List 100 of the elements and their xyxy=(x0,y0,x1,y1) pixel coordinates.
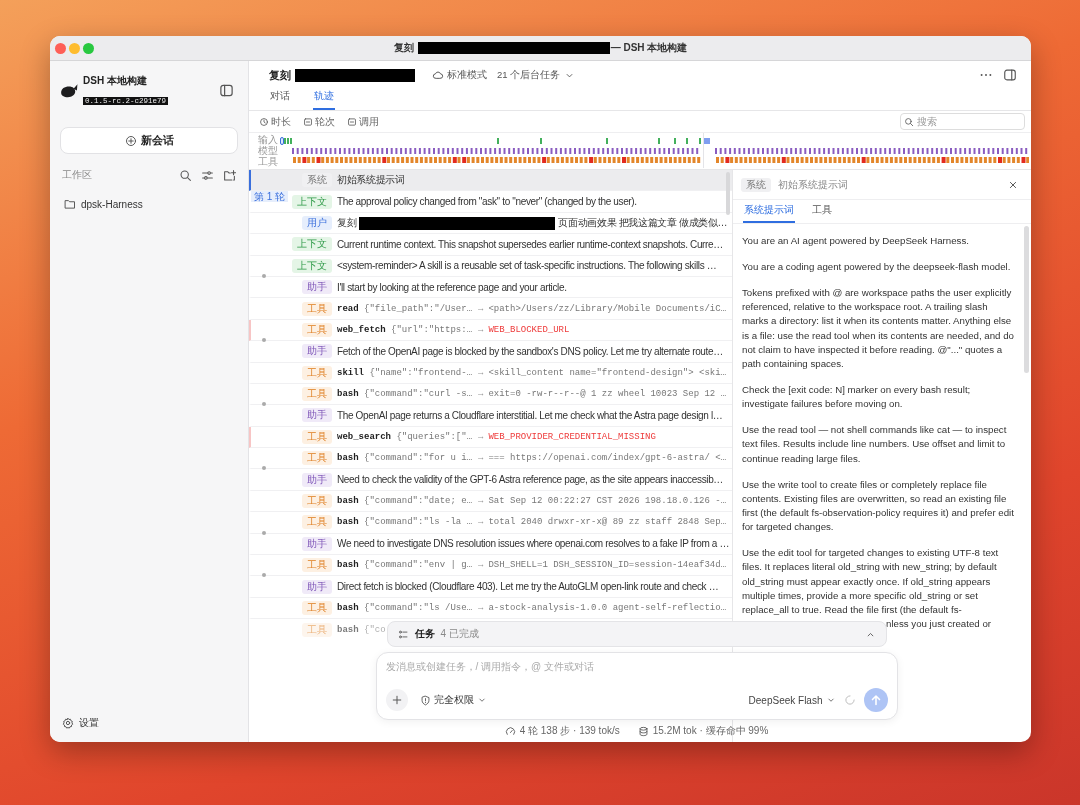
trace-row[interactable]: 工具 bash {"command":"date; e… → Sat Sep 12 00:22:27 CST 2026 198.18.0.126 -… xyxy=(249,490,732,513)
background-tasks-button[interactable]: 21 个后台任务 xyxy=(497,68,576,82)
trace-row[interactable]: 助手 We need to investigate DNS resolution issues where openai.com resolves to a fake IP from a … xyxy=(249,533,732,556)
tool-call: web_fetch {"url":"https:… xyxy=(337,324,474,335)
tool-result: exit=0 -rw-r--r--@ 1 zz wheel 10023 Sep 12 … xyxy=(488,389,727,400)
role-tag: 上下文 xyxy=(292,237,332,252)
role-tag: 工具 xyxy=(302,494,332,509)
trace-row[interactable]: 工具 web_search {"queries":["… → WEB_PROVIDER_CREDENTIAL_MISSING xyxy=(249,426,732,449)
role-tag: 助手 xyxy=(302,579,332,594)
filter-toggle[interactable]: 轮次 xyxy=(303,114,335,129)
trace-row[interactable]: 第 1 轮 上下文 The approval policy changed from "ask" to "never" (changed by the user). xyxy=(249,191,732,213)
database-icon xyxy=(637,725,649,737)
search-field[interactable]: 搜索 xyxy=(900,113,1025,130)
search-icon[interactable] xyxy=(179,168,192,182)
tab[interactable]: 系统提示词 xyxy=(743,203,795,223)
arrow-glyph: → xyxy=(478,303,484,314)
tool-call: skill {"name":"frontend-… xyxy=(337,367,474,378)
trace-row[interactable]: 工具 bash {"command":"for u i… → === https://openai.com/index/gpt-6-astra/ <… xyxy=(249,448,732,470)
message-text: <system-reminder> A skill is a reusable set of task-specific instructions. The following skills … xyxy=(337,260,717,272)
trace-row[interactable]: 用户 复刻 页面动画效果 把我这篇文章 做成类似… xyxy=(249,212,732,235)
settings-button[interactable]: 设置 xyxy=(60,716,238,730)
settings-icon xyxy=(62,717,74,729)
scrollbar-thumb[interactable] xyxy=(726,172,730,215)
message-text: Direct fetch is blocked (Cloudflare 403). Let me try the AutoGLM open-link route and check … xyxy=(337,581,719,593)
message-text: Need to check the validity of the GPT-6 Astra reference page, as the site appears inaccessib… xyxy=(337,474,723,486)
lane-label: 工具 xyxy=(258,156,279,167)
message-text: 复刻 页面动画效果 把我这篇文章 做成类似… xyxy=(337,215,728,230)
session-title: 复刻 xyxy=(269,67,415,83)
panel-toggle-icon[interactable] xyxy=(1003,68,1017,82)
error-result: WEB_BLOCKED_URL xyxy=(488,324,570,335)
tool-call: bash {"command":"env | g… xyxy=(337,560,474,571)
filter-toggle[interactable]: 时长 xyxy=(259,114,291,129)
tool-result: <path>/Users/zz/Library/Mobile Documents/iC… xyxy=(488,303,727,314)
shield-icon xyxy=(419,694,431,706)
task-count: 4 已完成 xyxy=(440,627,479,641)
message-text: I'll start by looking at the reference page and your article. xyxy=(337,281,567,293)
task-bar[interactable]: 任务 4 已完成 xyxy=(386,621,887,647)
role-tag: 工具 xyxy=(302,601,332,615)
lane-label: 模型 xyxy=(258,145,279,156)
trace-row[interactable]: 助手 The OpenAI page returns a Cloudflare interstitial. Let me check what the Astra page design l… xyxy=(249,405,732,427)
role-tag: 助手 xyxy=(302,536,332,551)
role-tag: 工具 xyxy=(302,451,332,466)
trace-row[interactable]: 工具 bash {"command":"ls -la … → total 2040 drwxr-xr-x@ 89 zz staff 2848 Sep… xyxy=(249,512,732,534)
message-text: The approval policy changed from "ask" to "never" (changed by the user). xyxy=(337,196,637,208)
filter-toggle[interactable]: 调用 xyxy=(347,114,379,129)
scrollbar-thumb[interactable] xyxy=(1024,226,1029,373)
trace-row[interactable]: 助手 I'll start by looking at the reference page and your article. xyxy=(249,276,732,299)
workspace-item[interactable]: dpsk-Harness xyxy=(60,195,238,213)
search-icon xyxy=(904,116,914,127)
tool-result: total 2040 drwxr-xr-x@ 89 zz staff 2848 Sep… xyxy=(488,517,727,528)
tool-call: bash {"command":"ls -la … xyxy=(337,517,474,528)
trace-row[interactable]: 助手 Need to check the validity of the GPT-6 Astra reference page, as the site appears inaccessib… xyxy=(249,469,732,491)
trace-row[interactable]: 工具 read {"file_path":"/User… → <path>/Users/zz/Library/Mobile Documents/iC… xyxy=(249,298,732,320)
mode-label: 标准模式 xyxy=(447,68,487,82)
tab[interactable]: 工具 xyxy=(811,203,833,223)
paragraph: Use the read tool — not shell commands like cat — to inspect text files. Results include line numbers. Use offset and limit to continue reading large files. xyxy=(742,423,1008,466)
arrow-glyph: → xyxy=(478,367,484,378)
trace-row[interactable]: 工具 bash {"command":"env | g… → DSH_SHELL=1 DSH_SESSION_ID=session-14eaf34d… xyxy=(249,555,732,577)
arrow-glyph: → xyxy=(478,496,484,507)
app-name: DSH 本地构建 xyxy=(83,74,148,88)
tool-call: bash {"co xyxy=(337,624,386,635)
role-tag: 工具 xyxy=(302,322,332,337)
tab[interactable]: 轨迹 xyxy=(313,89,335,110)
trace-row[interactable]: 工具 bash {"co xyxy=(249,619,385,641)
attach-button[interactable] xyxy=(385,689,408,711)
add-folder-icon[interactable] xyxy=(223,168,236,182)
new-chat-button[interactable]: 新会话 xyxy=(60,127,238,154)
tool-call: bash {"command":"date; e… xyxy=(337,496,474,507)
sliders-icon[interactable] xyxy=(201,168,214,182)
plus-icon xyxy=(390,694,403,706)
trace-row[interactable]: 工具 skill {"name":"frontend-… → <skill_content name="frontend-design"> <ski… xyxy=(249,362,732,384)
trace-row[interactable]: 系统 初始系统提示词 xyxy=(249,170,732,192)
paragraph: Check the [exit code: N] marker on every bash result; investigate failures before moving on. xyxy=(742,383,972,412)
tool-call: bash {"command":"ls /Use… xyxy=(337,603,474,613)
arrow-glyph: → xyxy=(478,453,484,464)
role-tag: 助手 xyxy=(302,408,332,423)
paragraph: You are an AI agent powered by DeepSeek Harness. xyxy=(742,234,970,248)
model-dropdown[interactable]: DeepSeek Flash xyxy=(748,694,836,706)
trace-row[interactable]: 工具 web_fetch {"url":"https:… → WEB_BLOCKED_URL xyxy=(249,319,732,342)
close-button[interactable] xyxy=(55,42,66,54)
trace-row[interactable]: 工具 bash {"command":"curl -s… → exit=0 -rw-r--r--@ 1 zz wheel 10023 Sep 12 … xyxy=(249,383,732,406)
folder-icon xyxy=(64,198,76,210)
role-tag: 工具 xyxy=(302,515,332,530)
arrow-glyph: → xyxy=(478,431,484,442)
trace-row[interactable]: 上下文 <system-reminder> A skill is a reusable set of task-specific instructions. The following skills … xyxy=(249,255,732,277)
trace-row[interactable]: 助手 Direct fetch is blocked (Cloudflare 403). Let me try the AutoGLM open-link route and check … xyxy=(249,576,732,598)
trace-row[interactable]: 上下文 Current runtime context. This snapshot supersedes earlier runtime-context snapshots. Curre… xyxy=(249,234,732,256)
trace-row[interactable]: 助手 Fetch of the OpenAI page is blocked by the sandbox's DNS policy. Let me try alternate route… xyxy=(249,341,732,363)
arrow-glyph: → xyxy=(478,389,484,400)
role-tag: 助手 xyxy=(302,472,332,487)
role-tag: 工具 xyxy=(302,365,332,380)
permission-dropdown[interactable]: 完全权限 xyxy=(415,693,491,707)
trace-row[interactable]: 工具 bash {"command":"ls /Use… → a-stock-analysis-1.0.0 agent-self-reflectio… xyxy=(249,597,732,620)
arrow-glyph: → xyxy=(478,560,484,571)
tab[interactable]: 对话 xyxy=(269,89,291,110)
sidebar-toggle-icon[interactable] xyxy=(219,83,234,98)
tool-call: web_search {"queries":["… xyxy=(337,431,474,442)
message-input[interactable]: 发消息或创建任务，/ 调用指令，@ 文件或对话 xyxy=(385,661,888,672)
text-line: nless you just created or xyxy=(885,617,992,632)
task-label: 任务 xyxy=(414,627,435,641)
